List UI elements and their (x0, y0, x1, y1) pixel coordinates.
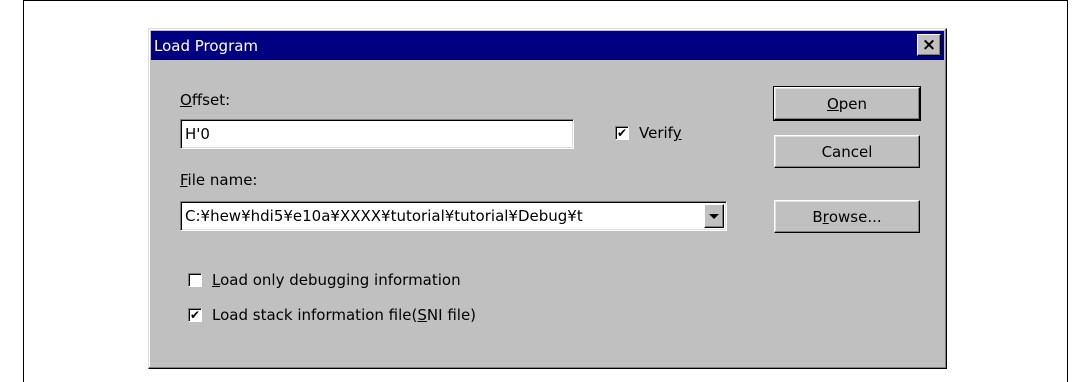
file-name-value: C:¥hew¥hdi5¥e10a¥XXXX¥tutorial¥tutorial¥… (185, 207, 583, 225)
load-sni-label[interactable]: Load stack information file(SNI file) (212, 306, 476, 324)
dialog-title: Load Program (154, 37, 259, 55)
close-icon: × (921, 34, 937, 55)
load-debug-info-checkbox[interactable] (188, 273, 202, 287)
offset-input[interactable]: H'0 (180, 119, 574, 149)
check-icon: ✔ (189, 308, 201, 322)
file-name-combobox[interactable]: C:¥hew¥hdi5¥e10a¥XXXX¥tutorial¥tutorial¥… (180, 201, 727, 231)
load-debug-info-label[interactable]: Load only debugging information (212, 271, 461, 289)
verify-checkbox[interactable]: ✔ (615, 126, 629, 140)
close-button[interactable]: × (917, 34, 941, 56)
chevron-down-icon (709, 213, 719, 219)
file-name-label: File name: (180, 171, 258, 189)
load-program-dialog: Load Program × Offset: H'0 ✔ Verify File… (148, 28, 947, 369)
check-icon: ✔ (616, 126, 628, 140)
cancel-button[interactable]: Cancel (774, 135, 920, 168)
load-sni-checkbox[interactable]: ✔ (188, 308, 202, 322)
dropdown-button[interactable] (704, 204, 724, 228)
title-bar[interactable]: Load Program × (151, 31, 944, 60)
verify-label[interactable]: Verify (639, 124, 682, 142)
open-button[interactable]: Open (773, 86, 921, 121)
browse-button[interactable]: Br owse... (774, 200, 920, 233)
offset-label: Offset: (180, 91, 231, 109)
